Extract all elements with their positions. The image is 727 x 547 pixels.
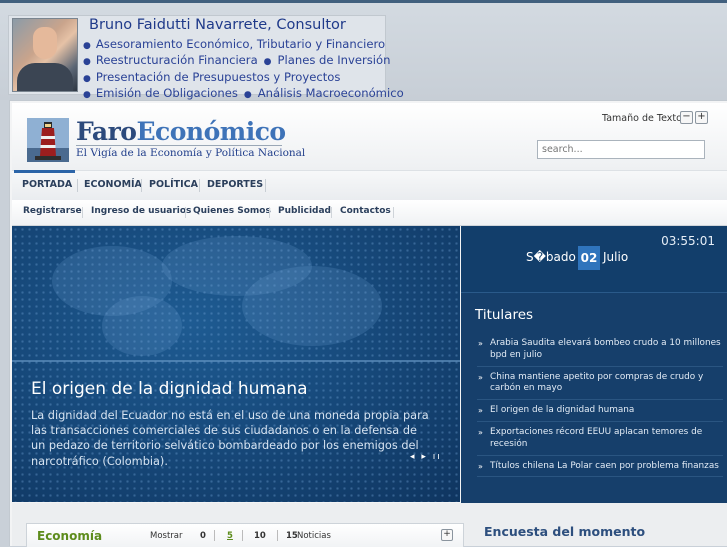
consultant-ad[interactable]: Bruno Faidutti Navarrete, Consultor ● Ase… [8, 15, 404, 100]
headline-item[interactable]: » Arabia Saudita elevará bombeo crudo a 1… [477, 338, 723, 367]
consultant-services: ● Asesoramiento Económico, Tributario y F… [83, 37, 404, 100]
nav-politica[interactable]: POLÍTICA [149, 179, 198, 190]
nav-economia[interactable]: ECONOMÍA [84, 179, 142, 190]
featured-slideshow[interactable]: El origen de la dignidad humana La digni… [12, 226, 460, 502]
expand-panel-button[interactable]: + [441, 529, 453, 541]
slideshow-controls[interactable]: ◂ ▸ ıı [410, 452, 442, 462]
search-input[interactable] [537, 140, 705, 159]
primary-nav: PORTADA ECONOMÍA POLÍTICA DEPORTES [12, 170, 727, 202]
clock: 03:55:01 [661, 234, 715, 248]
news-sidebar: 03:55:01 S�bado 02 Julio Titulares » Arab… [461, 226, 727, 503]
slide-divider [12, 360, 460, 362]
titulares-list: » Arabia Saudita elevará bombeo crudo a 1… [477, 338, 723, 482]
top-banner: Bruno Faidutti Navarrete, Consultor ● Ase… [0, 0, 727, 100]
site-logo-text[interactable]: FaroEconómico [76, 117, 286, 146]
nav-deportes[interactable]: DEPORTES [207, 179, 263, 190]
titulares-heading: Titulares [475, 307, 534, 323]
show-count-5[interactable]: 5 [227, 531, 233, 541]
arrow-right-icon: » [478, 461, 483, 471]
show-count-0[interactable]: 0 [200, 531, 206, 541]
arrow-right-icon: » [478, 372, 483, 382]
nav-publicidad[interactable]: Publicidad [278, 206, 331, 216]
noticias-label: Noticias [297, 531, 331, 541]
headline-item[interactable]: » Exportaciones récord EEUU aplacan temor… [477, 427, 723, 456]
site-frame: FaroEconómico El Vigía de la Economía y … [9, 100, 727, 547]
consultant-name: Bruno Faidutti Navarrete, Consultor [89, 17, 346, 33]
site-tagline: El Vigía de la Economía y Política Nacio… [76, 147, 306, 159]
nav-contactos[interactable]: Contactos [340, 206, 391, 216]
nav-quienes-somos[interactable]: Quienes Somos [193, 206, 271, 216]
headline-item[interactable]: » China mantiene apetito por compras de c… [477, 372, 723, 401]
decrease-text-button[interactable]: − [680, 111, 693, 124]
slide-summary: La dignidad del Ecuador no está en el us… [31, 409, 429, 468]
lighthouse-logo[interactable] [27, 118, 69, 162]
slide-title[interactable]: El origen de la dignidad humana [31, 379, 308, 399]
increase-text-button[interactable]: + [695, 111, 708, 124]
consultant-photo [12, 18, 78, 92]
economia-panel: Economía Mostrar 0 5 10 15 Noticias + [26, 523, 464, 547]
nav-portada[interactable]: PORTADA [22, 179, 72, 190]
text-size-label: Tamaño de Texto [602, 113, 682, 124]
nav-registrarse[interactable]: Registrarse [23, 206, 82, 216]
headline-item[interactable]: » El origen de la dignidad humana [477, 405, 723, 422]
encuesta-heading: Encuesta del momento [484, 524, 646, 539]
logo-divider [76, 145, 282, 146]
mostrar-label: Mostrar [150, 531, 183, 541]
date-weekday: S�bado [526, 250, 576, 264]
headline-item[interactable]: » Títulos chilena La Polar caen por probl… [477, 461, 723, 478]
arrow-right-icon: » [478, 427, 483, 437]
arrow-right-icon: » [478, 406, 483, 416]
active-tab-indicator [14, 170, 75, 173]
lower-section: Economía Mostrar 0 5 10 15 Noticias + En… [12, 503, 727, 547]
date-month: Julio [603, 250, 629, 264]
show-count-10[interactable]: 10 [254, 531, 266, 541]
nav-ingreso-usuarios[interactable]: Ingreso de usuarios [91, 206, 191, 216]
arrow-right-icon: » [478, 339, 483, 348]
site-header: FaroEconómico El Vigía de la Economía y … [12, 103, 727, 170]
secondary-nav: Registrarse Ingreso de usuarios Quienes … [12, 200, 727, 226]
date-day-number: 02 [578, 246, 600, 270]
titulares-box: Titulares » Arabia Saudita elevará bombeo… [461, 292, 727, 503]
economia-panel-title: Economía [37, 529, 103, 543]
